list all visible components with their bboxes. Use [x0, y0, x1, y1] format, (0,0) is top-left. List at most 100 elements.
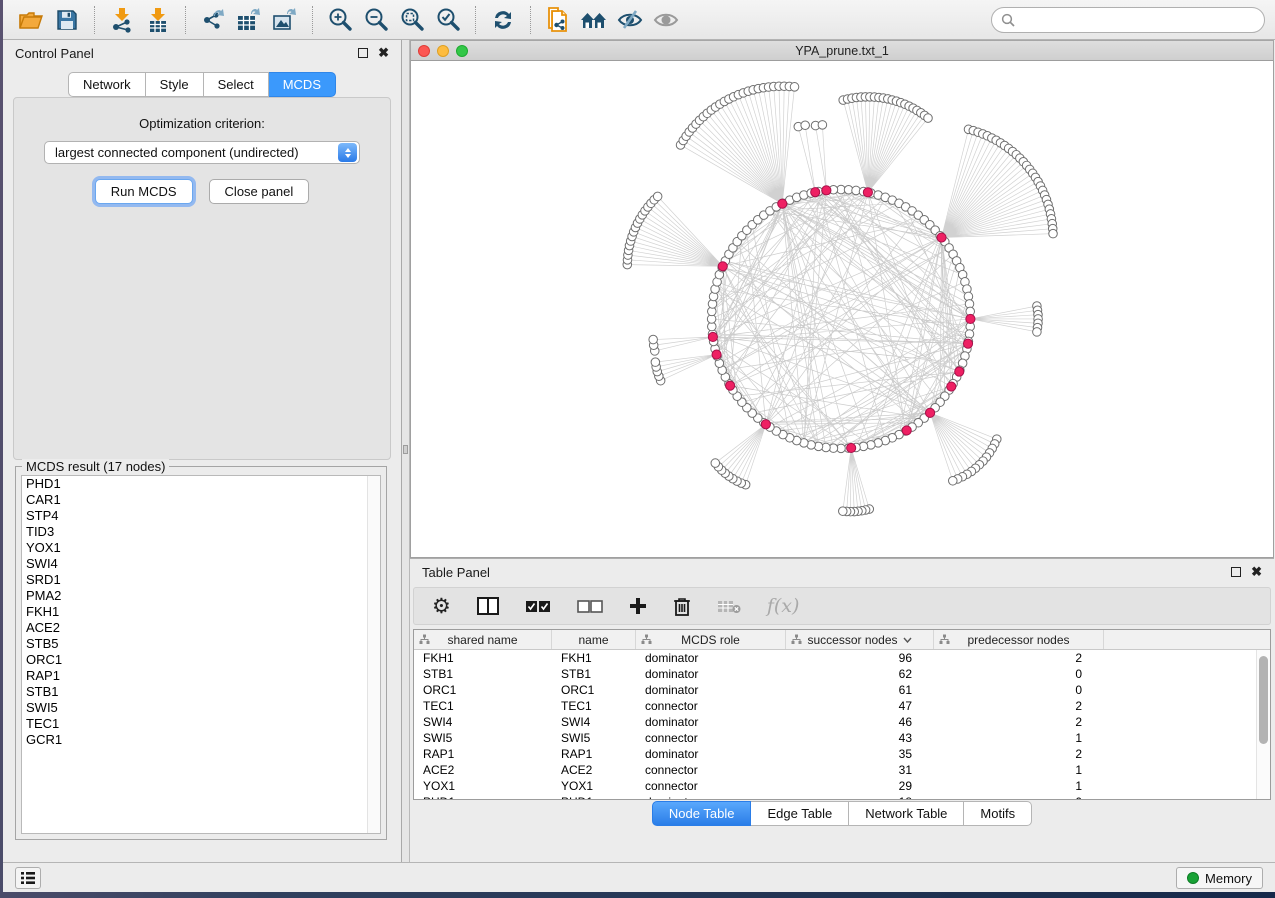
tab-style[interactable]: Style: [146, 72, 204, 97]
cell-name[interactable]: YOX1: [552, 779, 636, 793]
select-all-button[interactable]: [525, 600, 551, 613]
network-node[interactable]: [1033, 328, 1042, 337]
float-panel-icon[interactable]: [358, 48, 368, 58]
cell-successor-nodes[interactable]: 46: [786, 715, 934, 729]
function-builder-button[interactable]: f(x): [767, 595, 800, 617]
tab-mcds[interactable]: MCDS: [269, 72, 336, 97]
cell-shared-name[interactable]: TEC1: [414, 699, 552, 713]
cell-successor-nodes[interactable]: 96: [786, 651, 934, 665]
mcds-result-item[interactable]: PHD1: [22, 476, 380, 492]
mcds-result-item[interactable]: FKH1: [22, 604, 380, 620]
mcds-result-item[interactable]: STB1: [22, 684, 380, 700]
save-session-button[interactable]: [49, 4, 85, 36]
network-node[interactable]: [653, 192, 662, 201]
network-node[interactable]: [801, 121, 810, 130]
mcds-hub-node[interactable]: [966, 314, 975, 323]
export-image-button[interactable]: [267, 4, 303, 36]
cell-name[interactable]: TEC1: [552, 699, 636, 713]
mcds-hub-node[interactable]: [863, 188, 872, 197]
zoom-in-button[interactable]: [322, 4, 358, 36]
table-row[interactable]: STB1STB1dominator620: [414, 666, 1256, 682]
column-header-successor-nodes[interactable]: successor nodes: [786, 630, 934, 649]
cell-predecessor-nodes[interactable]: 0: [934, 795, 1104, 799]
cell-MCDS-role[interactable]: dominator: [636, 747, 786, 761]
cell-shared-name[interactable]: STB1: [414, 667, 552, 681]
cell-MCDS-role[interactable]: connector: [636, 763, 786, 777]
cell-shared-name[interactable]: SWI4: [414, 715, 552, 729]
memory-button[interactable]: Memory: [1176, 867, 1263, 889]
cell-predecessor-nodes[interactable]: 2: [934, 699, 1104, 713]
cell-shared-name[interactable]: SWI5: [414, 731, 552, 745]
network-node[interactable]: [818, 121, 827, 130]
add-column-button[interactable]: [629, 597, 647, 615]
cell-MCDS-role[interactable]: dominator: [636, 651, 786, 665]
mcds-hub-node[interactable]: [708, 332, 717, 341]
tab-network-table[interactable]: Network Table: [849, 801, 964, 826]
cell-successor-nodes[interactable]: 29: [786, 779, 934, 793]
mcds-hub-node[interactable]: [778, 199, 787, 208]
mcds-result-item[interactable]: SRD1: [22, 572, 380, 588]
delete-column-button[interactable]: [673, 596, 691, 616]
zoom-fit-button[interactable]: [394, 4, 430, 36]
tab-edge-table[interactable]: Edge Table: [751, 801, 849, 826]
cell-successor-nodes[interactable]: 18: [786, 795, 934, 799]
cell-MCDS-role[interactable]: dominator: [636, 795, 786, 799]
search-input[interactable]: [1015, 12, 1255, 27]
mcds-result-item[interactable]: PMA2: [22, 588, 380, 604]
table-row[interactable]: SWI5SWI5connector431: [414, 730, 1256, 746]
mcds-hub-node[interactable]: [955, 367, 964, 376]
mcds-hub-node[interactable]: [761, 420, 770, 429]
mcds-result-item[interactable]: SWI4: [22, 556, 380, 572]
tab-motifs[interactable]: Motifs: [964, 801, 1032, 826]
cell-MCDS-role[interactable]: connector: [636, 779, 786, 793]
table-row[interactable]: YOX1YOX1connector291: [414, 778, 1256, 794]
network-window-titlebar[interactable]: YPA_prune.txt_1: [410, 40, 1274, 61]
cell-shared-name[interactable]: YOX1: [414, 779, 552, 793]
mcds-result-item[interactable]: YOX1: [22, 540, 380, 556]
mcds-list-scrollbar[interactable]: [367, 476, 380, 833]
table-row[interactable]: SWI4SWI4dominator462: [414, 714, 1256, 730]
mcds-result-item[interactable]: TEC1: [22, 716, 380, 732]
run-mcds-button[interactable]: Run MCDS: [95, 179, 193, 204]
cell-name[interactable]: STB1: [552, 667, 636, 681]
mcds-result-item[interactable]: SWI5: [22, 700, 380, 716]
cell-name[interactable]: RAP1: [552, 747, 636, 761]
cell-successor-nodes[interactable]: 43: [786, 731, 934, 745]
cell-predecessor-nodes[interactable]: 2: [934, 747, 1104, 761]
cell-successor-nodes[interactable]: 31: [786, 763, 934, 777]
export-table-button[interactable]: [231, 4, 267, 36]
cell-MCDS-role[interactable]: dominator: [636, 715, 786, 729]
close-table-panel-icon[interactable]: ✖: [1251, 567, 1262, 577]
cell-MCDS-role[interactable]: dominator: [636, 667, 786, 681]
first-neighbors-button[interactable]: [576, 4, 612, 36]
network-node[interactable]: [790, 83, 799, 92]
mcds-result-item[interactable]: GCR1: [22, 732, 380, 748]
zoom-out-button[interactable]: [358, 4, 394, 36]
mcds-result-item[interactable]: TID3: [22, 524, 380, 540]
deselect-all-button[interactable]: [577, 600, 603, 613]
mcds-hub-node[interactable]: [822, 186, 831, 195]
mcds-result-item[interactable]: STB5: [22, 636, 380, 652]
mcds-hub-node[interactable]: [718, 262, 727, 271]
cell-MCDS-role[interactable]: connector: [636, 699, 786, 713]
delete-table-button[interactable]: [717, 599, 741, 614]
cell-successor-nodes[interactable]: 62: [786, 667, 934, 681]
table-row[interactable]: RAP1RAP1dominator352: [414, 746, 1256, 762]
cell-name[interactable]: ACE2: [552, 763, 636, 777]
mcds-hub-node[interactable]: [726, 381, 735, 390]
column-header-predecessor-nodes[interactable]: predecessor nodes: [934, 630, 1104, 649]
mcds-result-item[interactable]: CAR1: [22, 492, 380, 508]
mcds-result-item[interactable]: ACE2: [22, 620, 380, 636]
task-history-button[interactable]: [15, 867, 41, 889]
show-all-button[interactable]: [648, 4, 684, 36]
mcds-result-item[interactable]: STP4: [22, 508, 380, 524]
table-row[interactable]: ACE2ACE2connector311: [414, 762, 1256, 778]
hide-selected-button[interactable]: [612, 4, 648, 36]
splitter-grip[interactable]: [403, 445, 408, 454]
column-header-shared-name[interactable]: shared name: [414, 630, 552, 649]
column-header-name[interactable]: name: [552, 630, 636, 649]
mcds-result-item[interactable]: ORC1: [22, 652, 380, 668]
network-node[interactable]: [924, 114, 933, 123]
cell-MCDS-role[interactable]: connector: [636, 731, 786, 745]
table-row[interactable]: PHD1PHD1dominator180: [414, 794, 1256, 799]
